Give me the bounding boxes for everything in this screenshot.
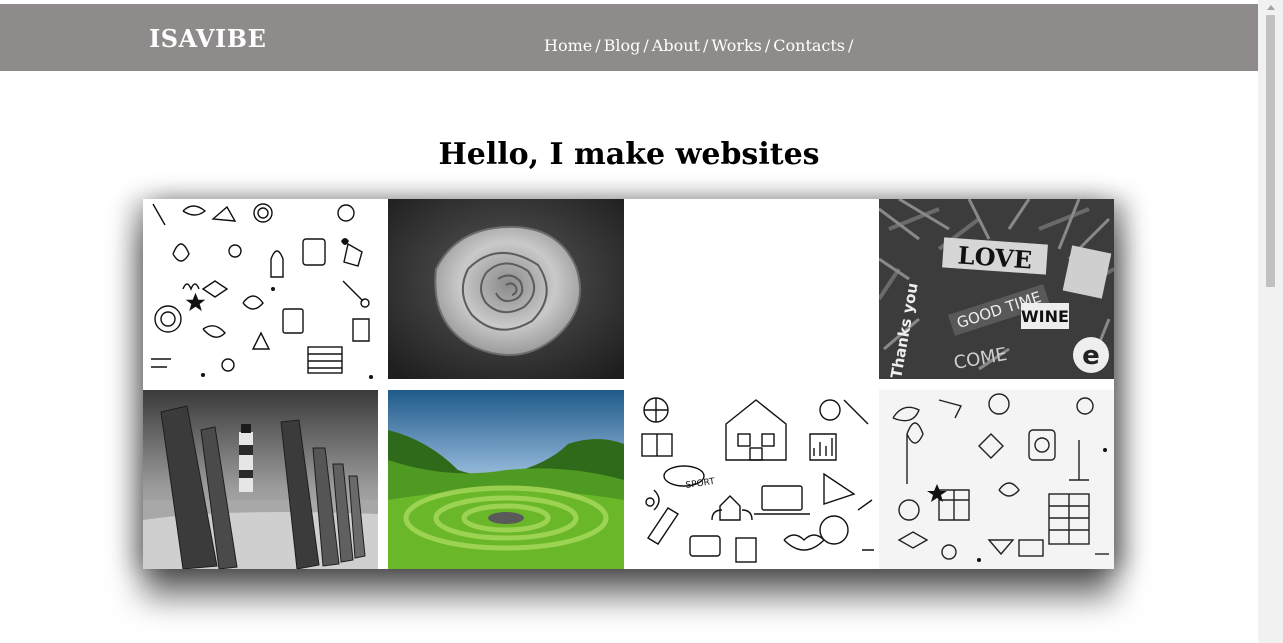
- nav-blog[interactable]: Blog: [604, 36, 641, 55]
- rose-image: [388, 199, 624, 379]
- nav-separator: /: [702, 36, 709, 55]
- scrollbar-thumb[interactable]: [1266, 15, 1275, 287]
- main-nav: Home / Blog / About / Works / Contacts /: [544, 36, 856, 55]
- collage-word-e: e: [1082, 341, 1100, 371]
- page-scrollbar[interactable]: [1258, 0, 1283, 643]
- gallery-tile-5[interactable]: [143, 390, 378, 569]
- doodle-pattern-image: [143, 199, 378, 381]
- nav-contacts[interactable]: Contacts: [773, 36, 845, 55]
- lighthouse-image: [143, 390, 378, 569]
- page-heading: Hello, I make websites: [438, 137, 820, 172]
- blank-image: [634, 199, 878, 379]
- gallery-tile-6[interactable]: [388, 390, 624, 569]
- school-doodles-image: SPORT: [634, 390, 878, 569]
- gallery-tile-7[interactable]: SPORT: [634, 390, 878, 569]
- gallery-tile-8[interactable]: [879, 390, 1114, 569]
- collage-words-image: LOVE GOOD TIME WINE Thanks you COME e: [879, 199, 1114, 379]
- site-logo[interactable]: ISAVIBE: [149, 24, 266, 53]
- green-field-spiral-image: [388, 390, 624, 569]
- nav-home[interactable]: Home: [544, 36, 592, 55]
- gallery-tile-1[interactable]: [143, 199, 378, 381]
- doodle-pattern-image: [879, 390, 1114, 569]
- site-header: ISAVIBE Home / Blog / About / Works / Contacts /: [0, 4, 1258, 71]
- image-gallery: LOVE GOOD TIME WINE Thanks you COME e SP…: [143, 199, 1114, 569]
- nav-separator: /: [764, 36, 771, 55]
- collage-word-wine: WINE: [1021, 307, 1069, 326]
- nav-about[interactable]: About: [652, 36, 700, 55]
- nav-separator: /: [595, 36, 601, 55]
- nav-separator: /: [643, 36, 649, 55]
- gallery-tile-2[interactable]: [388, 199, 624, 379]
- gallery-tile-4[interactable]: LOVE GOOD TIME WINE Thanks you COME e: [879, 199, 1114, 379]
- gallery-tile-3[interactable]: [634, 199, 878, 379]
- nav-separator: /: [848, 36, 854, 55]
- nav-works[interactable]: Works: [711, 36, 762, 55]
- scroll-up-arrow-icon[interactable]: [1267, 5, 1275, 10]
- collage-word-love: LOVE: [957, 240, 1033, 274]
